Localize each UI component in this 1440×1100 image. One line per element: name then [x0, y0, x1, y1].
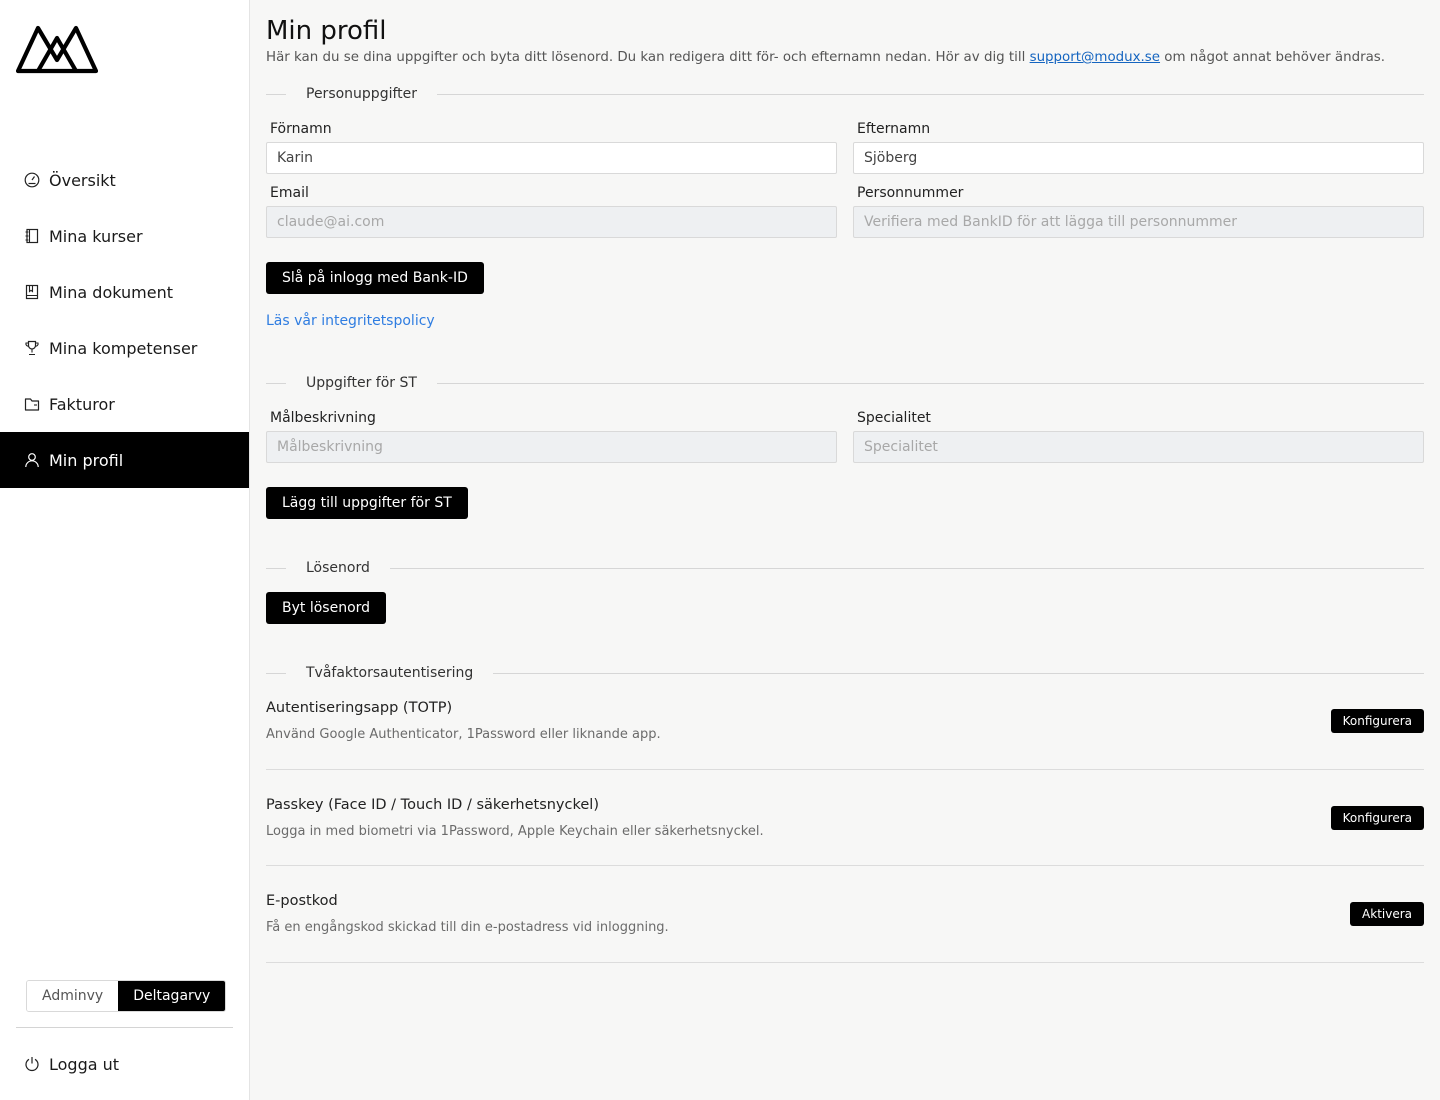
user-icon — [24, 452, 40, 468]
section-title: Personuppgifter — [306, 86, 418, 102]
section-st: Uppgifter för ST — [266, 373, 1424, 393]
last-name-field[interactable] — [853, 142, 1424, 174]
view-toggle: Adminvy Deltagarvy — [26, 980, 227, 1012]
section-password: Lösenord — [266, 558, 1424, 578]
sidebar-item-oversikt[interactable]: Översikt — [0, 152, 249, 208]
mfa-title: E-postkod — [266, 893, 338, 909]
trophy-icon — [24, 340, 40, 356]
modux-logo[interactable] — [15, 24, 99, 74]
section-two-factor: Tvåfaktorsautentisering — [266, 663, 1424, 683]
mfa-description: Använd Google Authenticator, 1Password e… — [266, 727, 661, 742]
sidebar: Översikt Mina kurser Mina dokument Mina … — [0, 0, 250, 1100]
participant-view-option[interactable]: Deltagarvy — [118, 981, 226, 1011]
mfa-row-totp: Autentiseringsapp (TOTP) Använd Google A… — [266, 696, 1424, 770]
section-title: Lösenord — [306, 560, 370, 576]
privacy-policy-link[interactable]: Läs vår integritetspolicy — [266, 313, 435, 329]
page-title: Min profil — [266, 16, 387, 46]
goal-field[interactable]: Målbeskrivning — [266, 431, 837, 463]
sidebar-item-label: Mina kurser — [49, 226, 143, 246]
sidebar-item-mina-dokument[interactable]: Mina dokument — [0, 264, 249, 320]
section-title: Tvåfaktorsautentisering — [306, 665, 474, 681]
sidebar-item-label: Översikt — [49, 170, 116, 190]
sidebar-item-label: Min profil — [49, 450, 124, 470]
sidebar-item-label: Mina dokument — [49, 282, 173, 302]
mfa-description: Få en engångskod skickad till din e-post… — [266, 920, 669, 935]
sidebar-item-mina-kompetenser[interactable]: Mina kompetenser — [0, 320, 249, 376]
folder-icon — [24, 396, 40, 412]
change-password-button[interactable]: Byt lösenord — [266, 592, 387, 624]
configure-passkey-button[interactable]: Konfigurera — [1330, 806, 1424, 830]
dashboard-icon — [24, 172, 40, 188]
first-name-field[interactable] — [266, 142, 837, 174]
sidebar-nav: Översikt Mina kurser Mina dokument Mina … — [0, 152, 249, 488]
section-personal: Personuppgifter — [266, 84, 1424, 104]
sidebar-divider — [16, 1027, 233, 1028]
logout-button[interactable]: Logga ut — [24, 1050, 119, 1078]
power-icon — [24, 1056, 40, 1072]
ssn-field[interactable]: Verifiera med BankID för att lägga till … — [853, 206, 1424, 238]
mfa-row-passkey: Passkey (Face ID / Touch ID / säkerhetsn… — [266, 770, 1424, 866]
sidebar-item-label: Mina kompetenser — [49, 338, 198, 358]
email-field[interactable]: claude@ai.com — [266, 206, 837, 238]
logout-label: Logga ut — [49, 1054, 120, 1074]
sidebar-item-min-profil[interactable]: Min profil — [0, 432, 249, 488]
sidebar-item-label: Fakturor — [49, 394, 115, 414]
notebook-icon — [24, 228, 40, 244]
mfa-description: Logga in med biometri via 1Password, App… — [266, 824, 764, 839]
document-icon — [24, 284, 40, 300]
goal-label: Målbeskrivning — [270, 410, 376, 426]
email-label: Email — [270, 185, 309, 201]
support-email-link[interactable]: support@modux.se — [1030, 50, 1160, 65]
page-description: Här kan du se dina uppgifter och byta di… — [266, 50, 1424, 65]
enable-bankid-button[interactable]: Slå på inlogg med Bank-ID — [266, 262, 484, 294]
sidebar-item-mina-kurser[interactable]: Mina kurser — [0, 208, 249, 264]
description-text: Här kan du se dina uppgifter och byta di… — [266, 50, 1030, 65]
section-title: Uppgifter för ST — [306, 375, 417, 391]
configure-totp-button[interactable]: Konfigurera — [1330, 709, 1424, 733]
mfa-title: Autentiseringsapp (TOTP) — [266, 700, 453, 716]
sidebar-item-fakturor[interactable]: Fakturor — [0, 376, 249, 432]
admin-view-option[interactable]: Adminvy — [27, 981, 119, 1011]
ssn-label: Personnummer — [857, 185, 964, 201]
mfa-title: Passkey (Face ID / Touch ID / säkerhetsn… — [266, 797, 599, 813]
first-name-label: Förnamn — [270, 121, 332, 137]
specialty-label: Specialitet — [857, 410, 931, 426]
add-st-button[interactable]: Lägg till uppgifter för ST — [266, 487, 468, 519]
specialty-field[interactable]: Specialitet — [853, 431, 1424, 463]
activate-email-code-button[interactable]: Aktivera — [1350, 902, 1424, 926]
mfa-row-email-code: E-postkod Få en engångskod skickad till … — [266, 866, 1424, 963]
description-text-end: om något annat behöver ändras. — [1160, 50, 1386, 65]
last-name-label: Efternamn — [857, 121, 931, 137]
